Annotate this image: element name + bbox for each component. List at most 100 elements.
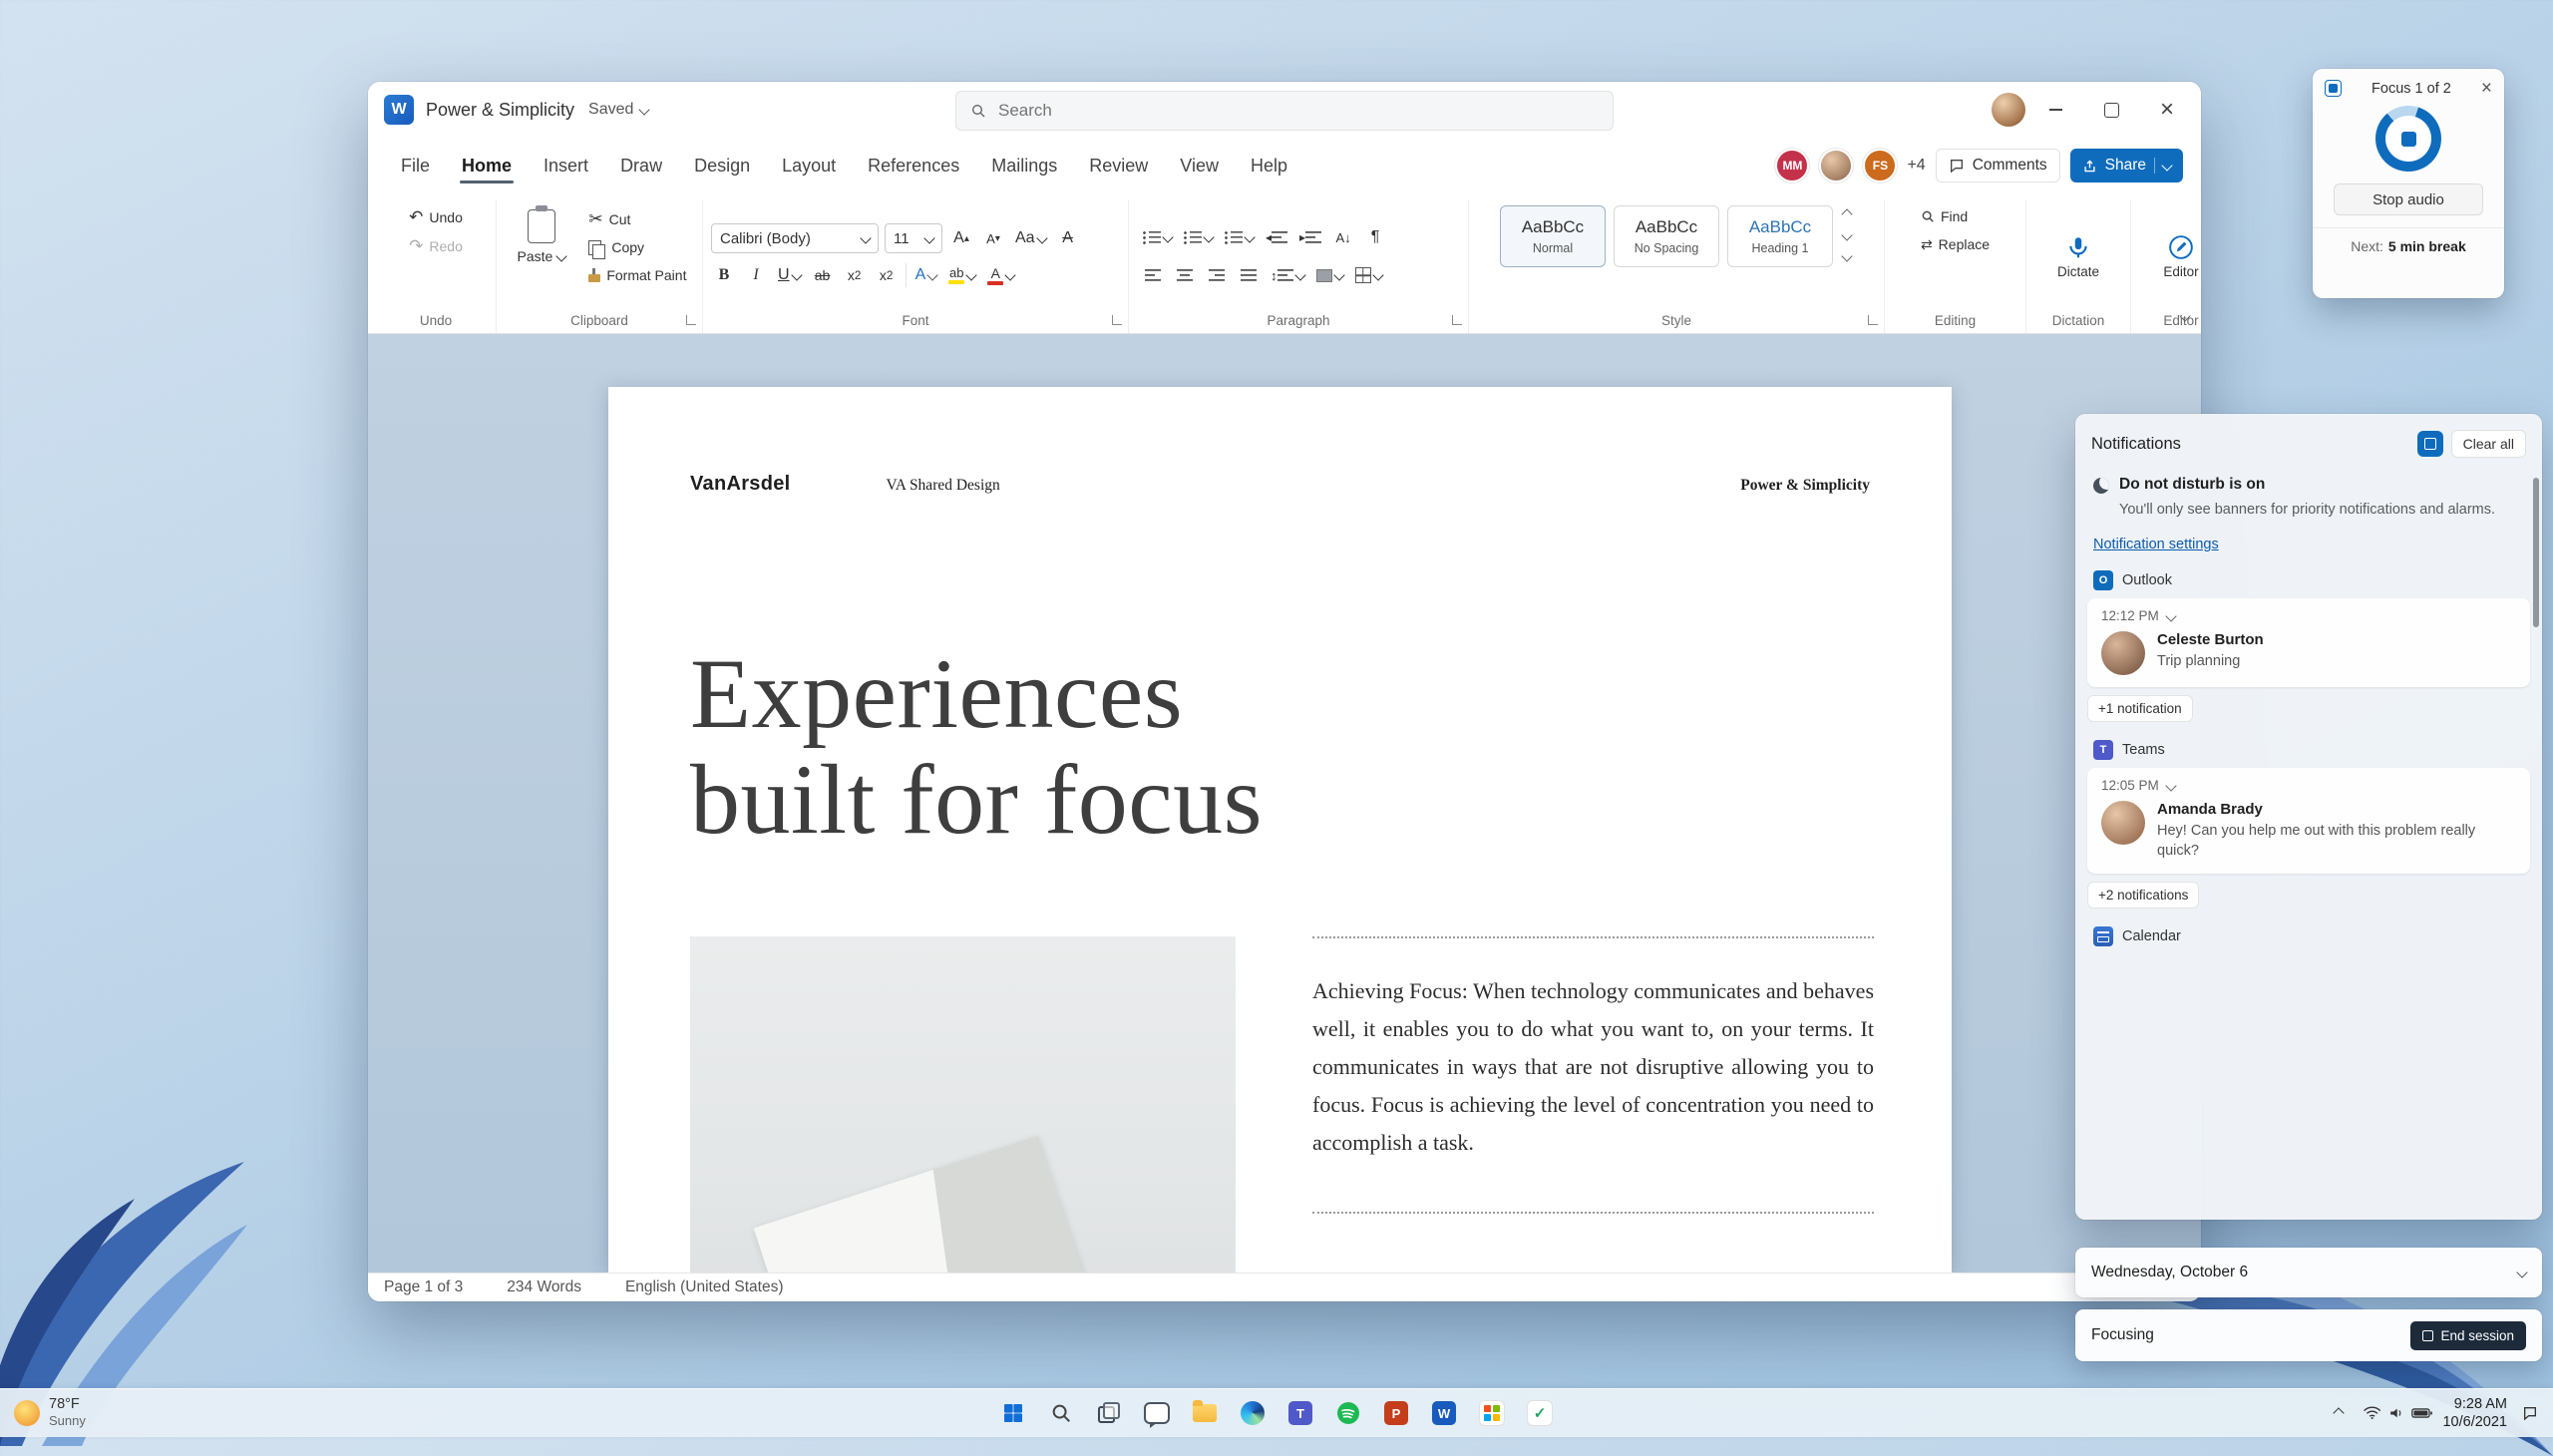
page-indicator[interactable]: Page 1 of 3 — [384, 1278, 463, 1296]
highlight-color-button[interactable]: ab — [945, 261, 978, 289]
decrease-indent-button[interactable]: ◂ — [1263, 223, 1290, 251]
word-count[interactable]: 234 Words — [507, 1278, 581, 1296]
bullets-button[interactable] — [1140, 223, 1175, 251]
style-gallery-up-button[interactable] — [1841, 205, 1853, 221]
grow-font-button[interactable]: A ▴ — [948, 224, 974, 252]
underline-button[interactable]: U — [775, 261, 804, 289]
powerpoint-button[interactable]: P — [1376, 1393, 1416, 1433]
comments-button[interactable]: Comments — [1935, 149, 2060, 182]
search-input[interactable] — [996, 100, 1599, 122]
teams-button[interactable]: T — [1280, 1393, 1320, 1433]
tab-layout[interactable]: Layout — [767, 146, 851, 186]
calendar-date-bar[interactable]: Wednesday, October 6 — [2075, 1248, 2542, 1297]
font-color-button[interactable]: A — [984, 261, 1017, 289]
account-avatar[interactable] — [1992, 93, 2025, 127]
tab-draw[interactable]: Draw — [605, 146, 677, 186]
align-center-button[interactable] — [1172, 261, 1198, 289]
redo-button[interactable]: ↷ Redo — [404, 234, 468, 257]
tab-review[interactable]: Review — [1074, 146, 1163, 186]
notification-settings-link[interactable]: Notification settings — [2093, 537, 2219, 552]
teams-group-header[interactable]: T Teams — [2075, 722, 2542, 768]
cut-button[interactable]: ✂ Cut — [583, 207, 635, 230]
dialog-launcher-icon[interactable] — [686, 315, 696, 325]
presence-badge-mm[interactable]: MM — [1775, 149, 1810, 182]
dialog-launcher-icon[interactable] — [1868, 315, 1878, 325]
superscript-button[interactable]: x2 — [874, 261, 900, 289]
paste-button[interactable]: Paste — [508, 205, 576, 268]
tab-mailings[interactable]: Mailings — [976, 146, 1072, 186]
tab-file[interactable]: File — [386, 146, 445, 186]
tab-references[interactable]: References — [853, 146, 974, 186]
focus-timer-ring[interactable] — [2375, 106, 2441, 172]
align-right-button[interactable] — [1204, 261, 1230, 289]
find-button[interactable]: Find — [1916, 205, 1973, 227]
editor-button[interactable]: Editor — [2163, 234, 2199, 279]
minimize-button[interactable] — [2029, 88, 2081, 132]
chevron-down-icon[interactable] — [2165, 609, 2177, 622]
justify-button[interactable] — [1236, 261, 1262, 289]
undo-button[interactable]: ↶ Undo — [404, 205, 468, 228]
font-family-select[interactable]: Calibri (Body) — [711, 223, 879, 253]
increase-indent-button[interactable]: ▸ — [1296, 223, 1324, 251]
teams-notification-card[interactable]: 12:05 PM Amanda Brady Hey! Can you help … — [2087, 768, 2530, 874]
clock[interactable]: 9:28 AM 10/6/2021 — [2442, 1395, 2507, 1431]
presence-avatar[interactable] — [1819, 149, 1854, 182]
collapse-ribbon-button[interactable] — [2179, 307, 2191, 323]
taskbar-search-button[interactable] — [1041, 1393, 1081, 1433]
bold-button[interactable]: B — [711, 261, 737, 289]
language-indicator[interactable]: English (United States) — [625, 1278, 784, 1296]
document-image[interactable] — [690, 936, 1236, 1273]
sort-button[interactable]: A↓ — [1330, 223, 1356, 251]
strikethrough-button[interactable]: ab — [810, 261, 836, 289]
close-button[interactable]: × — [2141, 88, 2193, 132]
dialog-launcher-icon[interactable] — [1112, 315, 1122, 325]
style-no-spacing[interactable]: AaBbCc No Spacing — [1614, 205, 1719, 267]
word-button[interactable]: W — [1424, 1393, 1464, 1433]
style-heading-1[interactable]: AaBbCc Heading 1 — [1727, 205, 1833, 267]
stop-audio-button[interactable]: Stop audio — [2334, 183, 2483, 215]
presence-badge-fs[interactable]: FS — [1863, 149, 1898, 182]
task-view-button[interactable] — [1089, 1393, 1129, 1433]
chat-button[interactable] — [1137, 1393, 1177, 1433]
shading-button[interactable] — [1313, 261, 1346, 289]
numbering-button[interactable] — [1181, 223, 1216, 251]
line-spacing-button[interactable]: ↕ — [1268, 261, 1307, 289]
edge-button[interactable] — [1233, 1393, 1273, 1433]
tab-help[interactable]: Help — [1236, 146, 1302, 186]
align-left-button[interactable] — [1140, 261, 1166, 289]
tab-insert[interactable]: Insert — [529, 146, 603, 186]
borders-button[interactable] — [1352, 261, 1385, 289]
outlook-group-header[interactable]: O Outlook — [2075, 552, 2542, 598]
tab-view[interactable]: View — [1165, 146, 1234, 186]
document-page[interactable]: VanArsdel VA Shared Design Power & Simpl… — [608, 387, 1952, 1273]
tab-home[interactable]: Home — [447, 146, 527, 186]
show-formatting-button[interactable]: ¶ — [1362, 223, 1388, 251]
text-effects-button[interactable]: A — [912, 261, 940, 289]
file-explorer-button[interactable] — [1185, 1393, 1225, 1433]
teams-more-notifications[interactable]: +2 notifications — [2087, 881, 2200, 909]
shrink-font-button[interactable]: A ▾ — [980, 224, 1006, 252]
presence-more-count[interactable]: +4 — [1907, 157, 1925, 175]
notification-settings-icon[interactable] — [2416, 431, 2443, 457]
chevron-down-icon[interactable] — [2165, 779, 2177, 792]
search-box[interactable] — [955, 91, 1614, 131]
font-size-select[interactable]: 11 — [885, 223, 942, 253]
autosave-status-dropdown[interactable]: Saved — [588, 101, 651, 119]
tab-design[interactable]: Design — [679, 146, 765, 186]
style-gallery-more-button[interactable] — [1841, 247, 1853, 263]
calendar-group-header[interactable]: Calendar — [2075, 909, 2542, 954]
expand-calendar-button[interactable] — [2516, 1264, 2528, 1281]
show-hidden-icons-button[interactable] — [2325, 1399, 2353, 1427]
clear-all-button[interactable]: Clear all — [2450, 430, 2526, 458]
clear-formatting-button[interactable]: A — [1055, 224, 1081, 252]
dictate-button[interactable]: Dictate — [2057, 234, 2099, 279]
replace-button[interactable]: ⇄ Replace — [1916, 233, 1995, 255]
style-normal[interactable]: AaBbCc Normal — [1500, 205, 1606, 267]
change-case-button[interactable]: Aa — [1012, 224, 1049, 252]
multilevel-list-button[interactable] — [1222, 223, 1257, 251]
scrollbar[interactable] — [2533, 478, 2539, 627]
outlook-notification-card[interactable]: 12:12 PM Celeste Burton Trip planning — [2087, 598, 2530, 688]
spotify-button[interactable] — [1328, 1393, 1368, 1433]
italic-button[interactable]: I — [743, 261, 769, 289]
todo-button[interactable]: ✓ — [1520, 1393, 1560, 1433]
